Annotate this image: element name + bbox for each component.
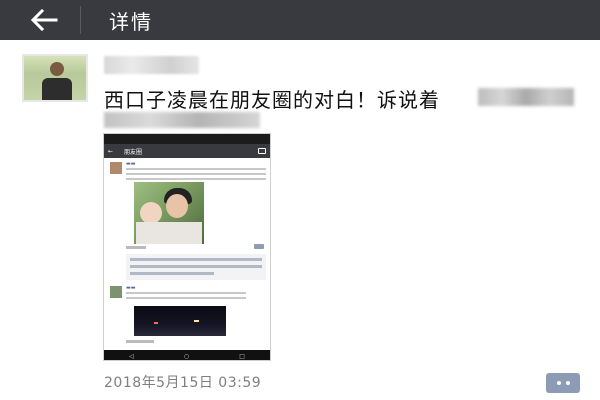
phone-status-bar: [104, 134, 270, 144]
phone-nav-home-icon: ○: [183, 352, 190, 360]
post-text: 西口子凌晨在朋友圈的对白！诉说着: [104, 88, 440, 112]
phone-nav-back-icon: ◁: [129, 352, 134, 360]
header-bar: 详情: [0, 0, 600, 40]
phone-moments-feed: ▬▬ ▬▬: [104, 158, 270, 350]
phone-moments-bar: ← 朋友圈: [104, 144, 270, 158]
arrow-left-icon: [30, 9, 58, 31]
comment-button[interactable]: [546, 373, 580, 393]
avatar[interactable]: [22, 54, 88, 102]
avatar-body: [42, 78, 72, 100]
phone-comment-line: [130, 258, 262, 261]
phone-avatar-2: [110, 286, 122, 298]
phone-back-icon: ←: [108, 147, 114, 155]
photo-baby: [140, 202, 162, 224]
phone-nav-recent-icon: □: [239, 352, 245, 360]
phone-name-2: ▬▬: [126, 285, 136, 291]
page-title: 详情: [109, 9, 153, 34]
photo-cloth: [136, 222, 202, 244]
phone-camera-icon: [258, 148, 266, 154]
phone-time-2: [126, 340, 154, 343]
phone-comments-box: [126, 254, 266, 280]
phone-comment-line: [130, 265, 262, 268]
username-redacted[interactable]: [104, 56, 199, 74]
phone-post-text-1: [126, 168, 266, 180]
phone-comment-line: [130, 272, 214, 275]
night-light-red: [154, 322, 158, 324]
phone-moments-title: 朋友圈: [124, 148, 143, 156]
back-button[interactable]: [24, 0, 64, 40]
photo-mother: [166, 194, 188, 218]
header-divider: [80, 6, 81, 34]
post-image[interactable]: ← 朋友圈 ▬▬ ▬▬ ◁ ○ □: [103, 133, 271, 361]
avatar-head: [50, 62, 64, 76]
phone-photo-night-road: [134, 306, 226, 336]
post-text-redacted: [478, 88, 574, 106]
post-timestamp: 2018年5月15日 03:59: [104, 375, 262, 391]
post-text-redacted-line2: [104, 112, 260, 128]
phone-comment-icon-1: [254, 244, 264, 249]
phone-time-1: [126, 246, 146, 249]
comment-dots-icon: [556, 381, 561, 385]
phone-nav-bar: ◁ ○ □: [104, 350, 270, 360]
phone-avatar-1: [110, 162, 122, 174]
phone-photo-family: [134, 182, 204, 244]
comment-dots-icon: [565, 381, 570, 385]
night-light-yellow: [194, 320, 199, 322]
phone-post-text-2: [126, 292, 246, 302]
phone-name-1: ▬▬: [126, 161, 136, 167]
